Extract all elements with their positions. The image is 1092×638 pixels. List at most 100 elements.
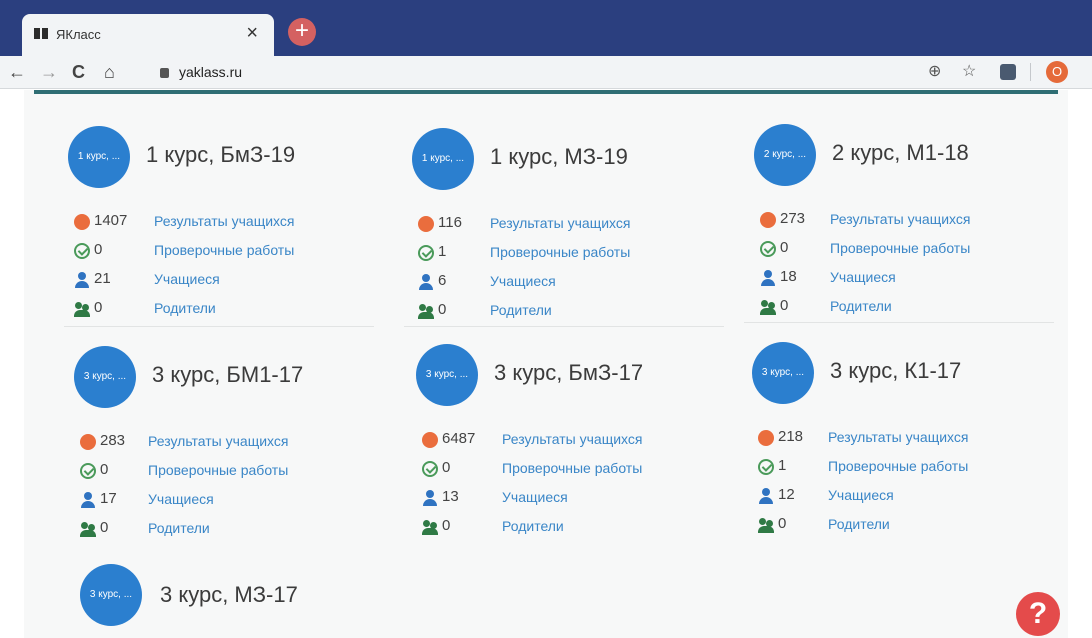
course-title[interactable]: 1 курс, БмЗ-19 [146, 142, 295, 168]
course-avatar[interactable]: 1 курс, ... [412, 128, 474, 190]
students-link[interactable]: Учащиеся [502, 489, 568, 505]
parents-icon [422, 519, 438, 535]
course-avatar[interactable]: 3 курс, ... [416, 344, 478, 406]
students-count: 18 [780, 268, 797, 285]
user-icon [422, 490, 438, 506]
parents-link[interactable]: Родители [502, 518, 564, 534]
tests-link[interactable]: Проверочные работы [148, 462, 288, 478]
course-card: 3 курс, ... 3 курс, К1-17 218 Результаты … [752, 342, 1072, 542]
course-title[interactable]: 3 курс, МЗ-17 [160, 582, 298, 608]
students-link[interactable]: Учащиеся [154, 271, 220, 287]
parents-link[interactable]: Родители [490, 302, 552, 318]
results-link[interactable]: Результаты учащихся [830, 211, 970, 227]
parents-count: 0 [778, 515, 787, 532]
lock-icon [160, 68, 169, 78]
course-title[interactable]: 3 курс, К1-17 [830, 358, 961, 384]
course-card: 3 курс, ... 3 курс, МЗ-17 [80, 564, 400, 634]
course-title[interactable]: 3 курс, БмЗ-17 [494, 360, 643, 386]
results-star-icon [418, 216, 434, 232]
parents-link[interactable]: Родители [154, 300, 216, 316]
students-count: 17 [100, 490, 117, 507]
students-count: 6 [438, 272, 447, 289]
check-circle-icon [80, 463, 96, 479]
profile-avatar[interactable]: O [1046, 61, 1068, 83]
results-link[interactable]: Результаты учащихся [490, 215, 630, 231]
students-count: 12 [778, 486, 795, 503]
course-card: 1 курс, ... 1 курс, БмЗ-19 1407 Результат… [68, 126, 388, 326]
course-avatar[interactable]: 2 курс, ... [754, 124, 816, 186]
help-button[interactable]: ? [1016, 592, 1060, 636]
parents-icon [80, 521, 96, 537]
user-icon [418, 274, 434, 290]
reload-icon[interactable]: C [72, 61, 85, 83]
parents-count: 0 [442, 517, 451, 534]
home-icon[interactable]: ⌂ [104, 61, 115, 83]
tests-link[interactable]: Проверочные работы [502, 460, 642, 476]
course-avatar[interactable]: 3 курс, ... [74, 346, 136, 408]
students-count: 21 [94, 270, 111, 287]
browser-toolbar: ← → C ⌂ yaklass.ru ⊕ ☆ O [0, 56, 1092, 89]
students-link[interactable]: Учащиеся [490, 273, 556, 289]
parents-link[interactable]: Родители [828, 516, 890, 532]
course-card: 2 курс, ... 2 курс, М1-18 273 Результаты … [754, 124, 1074, 324]
check-circle-icon [760, 241, 776, 257]
parents-icon [74, 301, 90, 317]
parents-icon [760, 299, 776, 315]
close-tab-icon[interactable]: × [246, 23, 258, 43]
students-link[interactable]: Учащиеся [148, 491, 214, 507]
results-count: 116 [438, 214, 462, 231]
user-icon [758, 488, 774, 504]
browser-tab-strip: ЯКласс × + [0, 0, 1092, 56]
results-count: 1407 [94, 212, 128, 229]
browser-tab[interactable]: ЯКласс × [22, 14, 274, 56]
tests-link[interactable]: Проверочные работы [490, 244, 630, 260]
parents-count: 0 [100, 519, 109, 536]
course-title[interactable]: 2 курс, М1-18 [832, 140, 969, 166]
tests-link[interactable]: Проверочные работы [154, 242, 294, 258]
parents-count: 0 [780, 297, 789, 314]
course-card: 1 курс, ... 1 курс, МЗ-19 116 Результаты … [412, 128, 732, 328]
tests-count: 0 [94, 241, 103, 258]
install-icon[interactable]: ⊕ [928, 60, 941, 84]
parents-icon [758, 517, 774, 533]
results-star-icon [758, 430, 774, 446]
results-star-icon [422, 432, 438, 448]
parents-link[interactable]: Родители [148, 520, 210, 536]
bookmark-star-icon[interactable]: ☆ [962, 60, 976, 84]
course-avatar[interactable]: 3 курс, ... [80, 564, 142, 626]
url-field[interactable]: yaklass.ru [160, 60, 1060, 84]
results-link[interactable]: Результаты учащихся [148, 433, 288, 449]
user-icon [80, 492, 96, 508]
results-count: 283 [100, 432, 126, 449]
students-link[interactable]: Учащиеся [830, 269, 896, 285]
check-circle-icon [758, 459, 774, 475]
course-card: 3 курс, ... 3 курс, БМ1-17 283 Результаты… [74, 346, 394, 546]
results-link[interactable]: Результаты учащихся [828, 429, 968, 445]
new-tab-button[interactable]: + [288, 18, 316, 46]
tests-link[interactable]: Проверочные работы [830, 240, 970, 256]
card-divider [744, 322, 1054, 323]
results-count: 273 [780, 210, 806, 227]
course-title[interactable]: 3 курс, БМ1-17 [152, 362, 303, 388]
results-link[interactable]: Результаты учащихся [154, 213, 294, 229]
students-link[interactable]: Учащиеся [828, 487, 894, 503]
forward-arrow-icon[interactable]: → [40, 61, 58, 83]
tests-link[interactable]: Проверочные работы [828, 458, 968, 474]
results-star-icon [74, 214, 90, 230]
results-link[interactable]: Результаты учащихся [502, 431, 642, 447]
parents-icon [418, 303, 434, 319]
user-icon [760, 270, 776, 286]
results-count: 218 [778, 428, 804, 445]
tests-count: 1 [438, 243, 447, 260]
students-count: 13 [442, 488, 459, 505]
parents-count: 0 [94, 299, 103, 316]
results-star-icon [80, 434, 96, 450]
page-content: 1 курс, ... 1 курс, БмЗ-19 1407 Результат… [24, 90, 1068, 638]
header-accent-line [34, 90, 1058, 94]
course-title[interactable]: 1 курс, МЗ-19 [490, 144, 628, 170]
back-arrow-icon[interactable]: ← [8, 61, 26, 83]
extension-icon[interactable] [1000, 64, 1016, 80]
parents-link[interactable]: Родители [830, 298, 892, 314]
course-avatar[interactable]: 3 курс, ... [752, 342, 814, 404]
course-avatar[interactable]: 1 курс, ... [68, 126, 130, 188]
